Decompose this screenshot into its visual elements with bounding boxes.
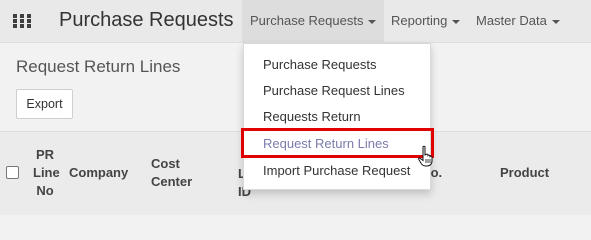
- column-pr-line-no[interactable]: PR Line No: [33, 146, 60, 200]
- dropdown-item-requests-return[interactable]: Requests Return: [263, 109, 361, 124]
- column-product[interactable]: Product: [500, 164, 549, 182]
- dropdown-item-purchase-requests[interactable]: Purchase Requests: [263, 57, 376, 72]
- caret-down-icon: [452, 19, 461, 24]
- page-title: Request Return Lines: [16, 57, 181, 76]
- menu-reporting[interactable]: Reporting: [383, 0, 468, 43]
- header-line: Line: [33, 165, 60, 180]
- dropdown-item-import-purchase-request[interactable]: Import Purchase Request: [263, 163, 410, 178]
- header-line: Center: [151, 174, 193, 189]
- export-button[interactable]: Export: [16, 89, 73, 119]
- select-all-checkbox[interactable]: [6, 166, 19, 179]
- column-company[interactable]: Company: [69, 164, 128, 182]
- top-navbar: Purchase Requests Purchase Requests Repo…: [0, 0, 591, 43]
- caret-down-icon: [368, 19, 377, 24]
- hand-pointer-cursor-icon: [418, 145, 433, 167]
- menu-label: Reporting: [391, 13, 448, 28]
- column-cost-center[interactable]: Cost Center: [151, 155, 192, 191]
- menu-master-data[interactable]: Master Data: [468, 0, 568, 43]
- header-line: No: [36, 183, 54, 198]
- apps-grid-icon[interactable]: [13, 14, 31, 28]
- caret-down-icon: [551, 19, 560, 24]
- menu-label: Purchase Requests: [250, 13, 364, 28]
- selection-highlight-box: [241, 128, 434, 158]
- dropdown-item-purchase-request-lines[interactable]: Purchase Request Lines: [263, 83, 405, 98]
- header-line: Cost: [151, 156, 180, 171]
- menu-purchase-requests[interactable]: Purchase Requests: [242, 0, 385, 43]
- app-title: Purchase Requests: [59, 9, 234, 31]
- purchase-requests-dropdown: Purchase Requests Purchase Request Lines…: [243, 43, 431, 190]
- header-line: PR: [35, 147, 55, 162]
- menu-label: Master Data: [476, 13, 547, 28]
